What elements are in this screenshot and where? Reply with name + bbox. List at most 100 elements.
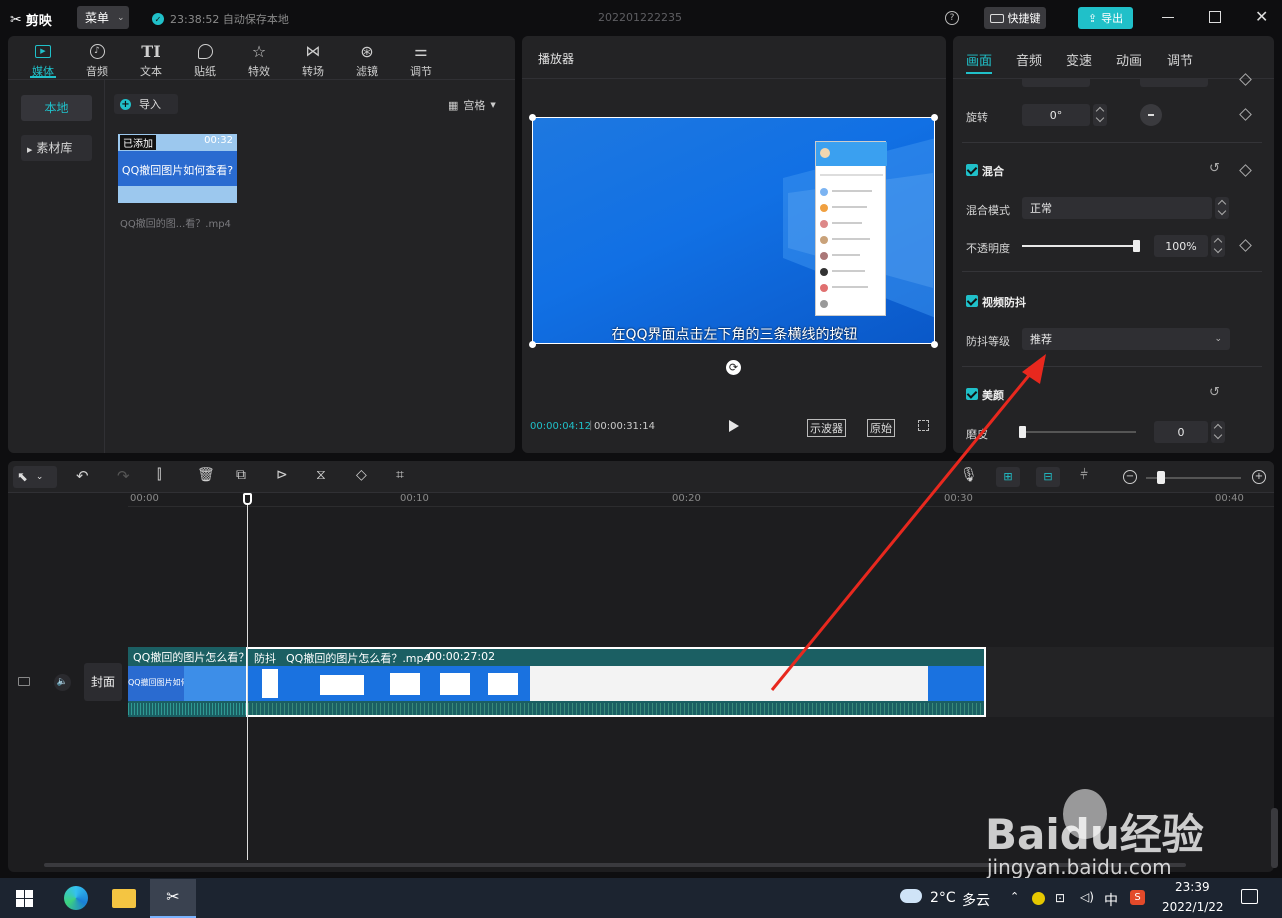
play-button[interactable] xyxy=(729,420,739,432)
sogou-icon[interactable]: S xyxy=(1130,890,1145,905)
preview-axis-icon[interactable]: ⫩ xyxy=(1080,467,1100,487)
tab-filter[interactable]: ⊛ 滤镜 xyxy=(347,42,387,79)
tab-animation[interactable]: 动画 xyxy=(1116,50,1142,69)
resize-handle-br[interactable] xyxy=(931,341,938,348)
opacity-field[interactable]: 100% xyxy=(1154,235,1208,257)
blend-mode-select[interactable]: 正常 xyxy=(1022,197,1212,219)
tick-label: 00:40 xyxy=(1215,493,1244,504)
resize-handle-tr[interactable] xyxy=(931,114,938,121)
tray-app-icon[interactable] xyxy=(1032,892,1045,905)
blend-checkbox[interactable] xyxy=(966,164,978,176)
view-toggle[interactable]: ▦ 宫格 ▼ xyxy=(448,97,496,113)
minimize-button[interactable] xyxy=(1162,17,1174,18)
cover-button[interactable]: 封面 xyxy=(84,663,122,701)
stabilize-checkbox[interactable] xyxy=(966,295,978,307)
capcut-taskbar-icon[interactable]: ✂ xyxy=(150,879,196,918)
auto-snap-toggle[interactable]: ⊞ xyxy=(996,467,1020,487)
tab-adjust-props[interactable]: 调节 xyxy=(1167,50,1193,69)
rotation-dial-icon[interactable] xyxy=(1140,104,1162,126)
tab-audio[interactable]: ♪ 音频 xyxy=(77,42,117,79)
rotation-stepper[interactable] xyxy=(1093,104,1107,126)
network-icon[interactable]: ⊡ xyxy=(1055,891,1065,905)
fullscreen-icon[interactable] xyxy=(918,420,929,431)
delete-icon[interactable]: 🗑 xyxy=(197,467,217,487)
resize-handle-tl[interactable] xyxy=(529,114,536,121)
zoom-slider-handle[interactable] xyxy=(1157,471,1165,484)
sidebar-item-local[interactable]: 本地 xyxy=(21,95,92,121)
volume-icon[interactable]: ◁) xyxy=(1080,890,1094,904)
file-explorer-icon[interactable] xyxy=(112,889,136,908)
crop-icon[interactable]: ⌗ xyxy=(396,467,416,487)
smooth-slider-handle[interactable] xyxy=(1019,426,1026,438)
split-icon[interactable]: ⫿ xyxy=(157,467,177,487)
beauty-reset-icon[interactable]: ↺ xyxy=(1209,385,1220,400)
avatar xyxy=(820,148,830,158)
blend-mode-label: 混合模式 xyxy=(966,204,1010,217)
timeline-scrollbar[interactable] xyxy=(44,863,1186,867)
microphone-icon[interactable]: 🎙 xyxy=(960,467,980,487)
inspector-tabs-divider xyxy=(953,78,1274,79)
blend-reset-icon[interactable]: ↺ xyxy=(1209,161,1220,176)
tab-media[interactable]: ▶ 媒体 xyxy=(23,42,63,79)
undo-icon[interactable]: ↶ xyxy=(76,467,96,487)
media-item[interactable]: QQ撤回图片如何查看? 已添加 00:32 xyxy=(118,134,237,203)
help-icon[interactable]: ? xyxy=(945,11,959,25)
notification-icon[interactable] xyxy=(1241,889,1258,904)
clip-1[interactable]: QQ撤回的图片怎么看？.mp4 QQ撤回图片如何查看 xyxy=(128,647,246,717)
tab-speed[interactable]: 变速 xyxy=(1066,50,1092,69)
sidebar-divider xyxy=(104,80,105,453)
vertical-scrollbar[interactable] xyxy=(1271,808,1278,868)
scope-button[interactable]: 示波器 xyxy=(807,419,846,437)
ime-indicator[interactable]: 中 xyxy=(1104,890,1118,910)
windows-start-icon[interactable] xyxy=(16,890,33,907)
sidebar-item-library[interactable]: ▶ 素材库 xyxy=(21,135,92,161)
track-video-toggle-icon[interactable] xyxy=(18,677,30,686)
clip-2[interactable]: 防抖 QQ撤回的图片怎么看？.mp4 00:00:27:02 xyxy=(246,647,986,717)
import-button[interactable]: + 导入 xyxy=(114,94,178,114)
export-button[interactable]: ⇪ 导出 xyxy=(1078,7,1133,29)
tick-label: 00:10 xyxy=(400,493,429,504)
zoom-out-icon[interactable]: − xyxy=(1123,470,1137,484)
freeze-icon[interactable]: ⧉ xyxy=(236,467,256,487)
track-mute-icon[interactable]: 🔈 xyxy=(54,674,71,691)
close-button[interactable]: ✕ xyxy=(1255,7,1268,26)
rotation-field[interactable]: 0° xyxy=(1022,104,1090,126)
app-logo: ✂ 剪映 xyxy=(10,11,52,30)
ratio-button[interactable]: 原始 xyxy=(867,419,895,437)
reverse-icon[interactable]: ⊳ xyxy=(276,467,296,487)
blend-mode-stepper[interactable] xyxy=(1215,197,1229,219)
maximize-button[interactable] xyxy=(1209,11,1221,23)
link-toggle[interactable]: ⊟ xyxy=(1036,467,1060,487)
smooth-field[interactable]: 0 xyxy=(1154,421,1208,443)
opacity-stepper[interactable] xyxy=(1211,235,1225,257)
select-tool[interactable]: ⬉ ⌄ xyxy=(13,466,57,488)
rotate-handle-icon[interactable]: ⟳ xyxy=(726,360,741,375)
smooth-stepper[interactable] xyxy=(1211,421,1225,443)
smooth-slider-track[interactable] xyxy=(1022,431,1136,433)
zoom-in-icon[interactable]: + xyxy=(1252,470,1266,484)
weather-icon[interactable] xyxy=(900,889,922,903)
mirror-icon[interactable]: ⧖ xyxy=(316,467,336,487)
edge-icon[interactable] xyxy=(64,886,88,910)
playhead-handle[interactable] xyxy=(243,493,252,505)
beauty-checkbox[interactable] xyxy=(966,388,978,400)
tray-chevron-icon[interactable]: ⌃ xyxy=(1010,890,1019,903)
opacity-slider-handle[interactable] xyxy=(1133,240,1140,252)
tab-sticker[interactable]: 贴纸 xyxy=(185,42,225,79)
menu-button[interactable]: 菜单 ⌄ xyxy=(77,6,129,29)
rotate-icon[interactable]: ◇ xyxy=(356,467,376,487)
caret-right-icon: ▶ xyxy=(27,146,33,154)
shortcut-button[interactable]: 快捷键 xyxy=(984,7,1046,29)
tab-text[interactable]: TI 文本 xyxy=(131,42,171,79)
tab-audio-props[interactable]: 音频 xyxy=(1016,50,1042,69)
redo-icon[interactable]: ↷ xyxy=(117,467,137,487)
position-y-field[interactable] xyxy=(1140,79,1208,87)
tab-effects[interactable]: ☆ 特效 xyxy=(239,42,279,79)
tab-canvas[interactable]: 画面 xyxy=(966,50,992,69)
tab-transition[interactable]: ⋈ 转场 xyxy=(293,42,333,79)
resize-handle-bl[interactable] xyxy=(529,341,536,348)
tab-adjust[interactable]: ⚌ 调节 xyxy=(401,42,441,79)
stabilize-level-select[interactable]: 推荐 ⌄ xyxy=(1022,328,1230,350)
time-ruler[interactable] xyxy=(128,493,1274,507)
position-x-field[interactable] xyxy=(1022,79,1090,87)
